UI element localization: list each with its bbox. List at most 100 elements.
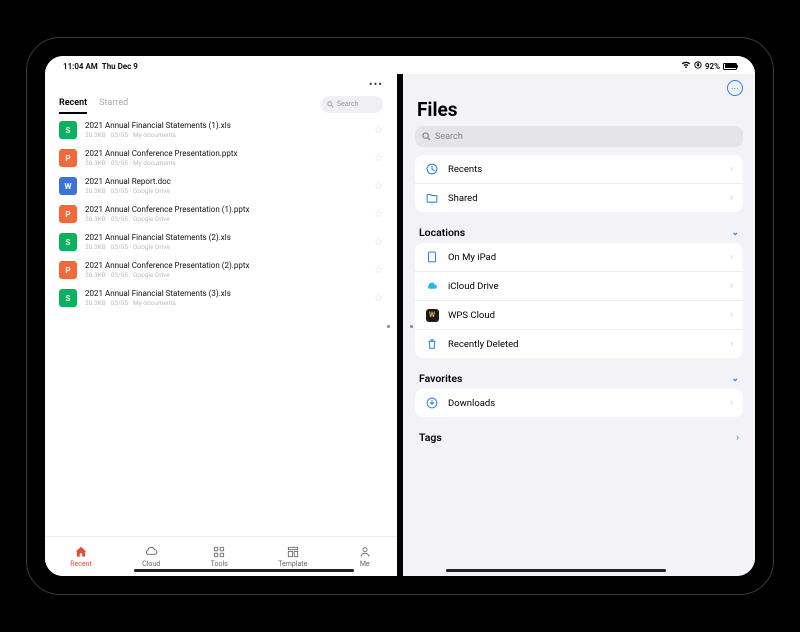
file-type-icon: W [59,177,77,195]
file-name: 2021 Annual Financial Statements (3).xls [85,289,366,298]
file-row[interactable]: S 2021 Annual Financial Statements (2).x… [45,228,397,256]
battery-icon [723,63,737,70]
locations-header[interactable]: Locations ⌄ [415,222,743,243]
battery-percent: 92% [705,62,720,71]
more-icon[interactable]: ••• [369,78,383,91]
file-meta: 20.3KB · 03/05 · Google Drive [85,215,366,223]
ipad-frame: 11:04 AM Thu Dec 9 92% ••• Recent Starre… [26,37,774,595]
wps-tabs: Recent Starred [59,94,142,114]
quick-section: Recents › Shared › [415,155,743,212]
file-row[interactable]: W 2021 Annual Report.doc 20.3KB · 03/05 … [45,172,397,200]
star-icon[interactable]: ☆ [374,153,383,164]
on-my-ipad-row[interactable]: On My iPad › [415,243,743,272]
recents-row[interactable]: Recents › [415,155,743,184]
file-info: 2021 Annual Report.doc 20.3KB · 03/05 · … [85,177,366,195]
chevron-right-icon: › [730,193,733,203]
icloud-label: iCloud Drive [448,281,721,292]
tags-section: Tags › [415,427,743,448]
tabbar-cloud[interactable]: Cloud [142,545,160,568]
cloud-icon [144,545,158,559]
file-type-icon: S [59,289,77,307]
star-icon[interactable]: ☆ [374,293,383,304]
file-type-icon: S [59,121,77,139]
star-icon[interactable]: ☆ [374,181,383,192]
person-icon [358,545,372,559]
tabbar-me-label: Me [360,560,370,568]
wps-app: ••• Recent Starred Search S 2021 Annual … [45,74,397,576]
template-icon [286,545,300,559]
shared-row[interactable]: Shared › [415,184,743,212]
status-right: 92% [681,61,737,71]
icloud-drive-row[interactable]: iCloud Drive › [415,272,743,301]
file-meta: 20.3KB · 03/05 · My documents [85,159,366,167]
file-row[interactable]: S 2021 Annual Financial Statements (1).x… [45,116,397,144]
wps-cloud-icon: W [425,308,439,322]
file-meta: 20.3KB · 03/05 · Google Drive [85,187,366,195]
file-type-icon: P [59,205,77,223]
files-search-placeholder: Search [435,132,463,142]
search-input[interactable]: Search [321,96,383,113]
star-icon[interactable]: ☆ [374,237,383,248]
file-meta: 20.3KB · 03/05 · Google Drive [85,271,366,279]
recents-label: Recents [448,164,721,175]
file-name: 2021 Annual Conference Presentation.pptx [85,149,366,158]
file-name: 2021 Annual Conference Presentation (2).… [85,261,366,270]
locations-header-label: Locations [419,226,465,239]
downloads-label: Downloads [448,398,721,409]
tabbar-template-label: Template [278,560,307,568]
file-name: 2021 Annual Financial Statements (2).xls [85,233,366,242]
status-bar: 11:04 AM Thu Dec 9 92% [45,56,755,74]
tabbar-template[interactable]: Template [278,545,307,568]
status-left: 11:04 AM Thu Dec 9 [63,62,138,71]
file-info: 2021 Annual Financial Statements (1).xls… [85,121,366,139]
split-divider[interactable] [397,74,403,576]
more-menu-button[interactable]: ⋯ [727,80,743,96]
file-name: 2021 Annual Conference Presentation (1).… [85,205,366,214]
tab-starred[interactable]: Starred [99,98,128,114]
tabbar-cloud-label: Cloud [142,560,160,568]
chevron-right-icon: › [730,339,733,349]
tabbar-tools[interactable]: Tools [211,545,228,568]
search-icon [327,101,334,108]
file-meta: 20.3KB · 03/05 · Google Drive [85,243,366,251]
file-row[interactable]: P 2021 Annual Conference Presentation.pp… [45,144,397,172]
recently-deleted-row[interactable]: Recently Deleted › [415,330,743,358]
favorites-section: Favorites ⌄ Downloads › [415,368,743,417]
deleted-label: Recently Deleted [448,339,721,350]
files-title: Files [403,98,755,126]
star-icon[interactable]: ☆ [374,265,383,276]
file-info: 2021 Annual Conference Presentation.pptx… [85,149,366,167]
file-type-icon: S [59,233,77,251]
folder-shared-icon [425,191,439,205]
star-icon[interactable]: ☆ [374,125,383,136]
search-placeholder: Search [337,100,359,108]
chevron-right-icon: › [730,398,733,408]
tabbar-me[interactable]: Me [358,545,372,568]
file-list[interactable]: S 2021 Annual Financial Statements (1).x… [45,114,397,536]
files-search-input[interactable]: Search [415,126,743,147]
tab-recent[interactable]: Recent [59,98,87,114]
home-indicator-right[interactable] [446,569,666,572]
file-info: 2021 Annual Financial Statements (2).xls… [85,233,366,251]
downloads-row[interactable]: Downloads › [415,389,743,417]
chevron-right-icon: › [730,252,733,262]
file-row[interactable]: S 2021 Annual Financial Statements (3).x… [45,284,397,312]
tags-header[interactable]: Tags › [415,427,743,448]
chevron-down-icon: ⌄ [731,374,739,384]
screen: 11:04 AM Thu Dec 9 92% ••• Recent Starre… [45,56,755,576]
status-time: 11:04 AM [63,62,98,71]
file-info: 2021 Annual Conference Presentation (1).… [85,205,366,223]
trash-icon [425,337,439,351]
rotation-lock-icon [694,61,702,71]
status-date: Thu Dec 9 [102,62,138,71]
home-icon [74,545,88,559]
tabbar-tools-label: Tools [211,560,228,568]
favorites-header[interactable]: Favorites ⌄ [415,368,743,389]
wps-cloud-row[interactable]: W WPS Cloud › [415,301,743,330]
file-row[interactable]: P 2021 Annual Conference Presentation (1… [45,200,397,228]
file-row[interactable]: P 2021 Annual Conference Presentation (2… [45,256,397,284]
star-icon[interactable]: ☆ [374,209,383,220]
tags-header-label: Tags [419,431,442,444]
home-indicator-left[interactable] [134,569,354,572]
tabbar-recent[interactable]: Recent [70,545,92,568]
